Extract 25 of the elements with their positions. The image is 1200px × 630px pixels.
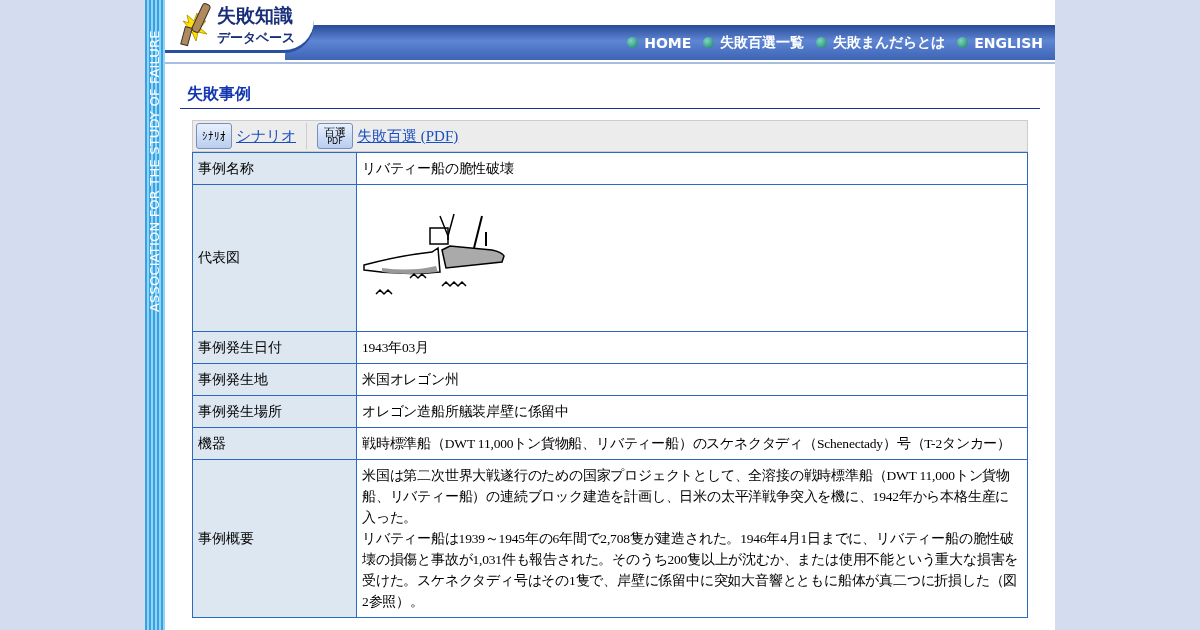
toolbar-link[interactable]: 失敗百選 (PDF) [357,126,459,146]
page-heading: 失敗事例 [180,84,1040,109]
row-label: 機器 [192,427,357,460]
row-label: 代表図 [192,184,357,332]
row-label: 事例発生地 [192,363,357,396]
row-label: 事例発生日付 [192,331,357,364]
tool-badge-icon: ｼﾅﾘｵ [196,123,232,149]
row-label: 事例名称 [192,152,357,185]
tool-badge-icon: 百選 PDF [317,123,353,149]
nav-link[interactable]: 失敗百選一覧 [703,33,805,52]
row-value: リバティー船の脆性破壊 [356,152,1028,185]
row-value: 戦時標準船（DWT 11,000トン貨物船、リバティー船）のスケネクタディ（Schenectady）号（T-2タンカー） [356,427,1028,460]
row-label: 事例発生場所 [192,395,357,428]
logo-subtitle: データベース [217,29,295,47]
nav-link[interactable]: HOME [627,34,692,51]
row-value: オレゴン造船所艤装岸壁に係留中 [356,395,1028,428]
row-value: 米国オレゴン州 [356,363,1028,396]
row-value: 1943年03月 [356,331,1028,364]
banner-text: ASSOCIATION FOR THE STUDY OF FAILURE [147,30,162,312]
toolbar-link[interactable]: シナリオ [236,126,296,146]
row-label: 事例概要 [192,459,357,618]
logo-title: 失敗知識 [217,3,294,28]
row-value: 米国は第二次世界大戦遂行のための国家プロジェクトとして、全溶接の戦時標準船（DWT 11,000トン貨物船、リバティー船）の連続ブロック建造を計画し、日米の太平洋戦争突入を機に、1942年から本格生産に入った。 リバティー船は1939～1945年の6年間で2,708隻が建造された。1946年4月1日までに、リバティー船の脆性破壊の損傷と事故が1,031件も報告された。そのうち200隻以上が沈むか、または使用不能という重大な損害を受けた。スケネクタディ号はその1隻で、岸壁に係留中に突如大音響とともに船体が真二つに折損した（図2参照）。 [356,459,1028,618]
nav-link[interactable]: 失敗まんだらとは [816,33,946,52]
nav-link[interactable]: ENGLISH [957,34,1043,51]
